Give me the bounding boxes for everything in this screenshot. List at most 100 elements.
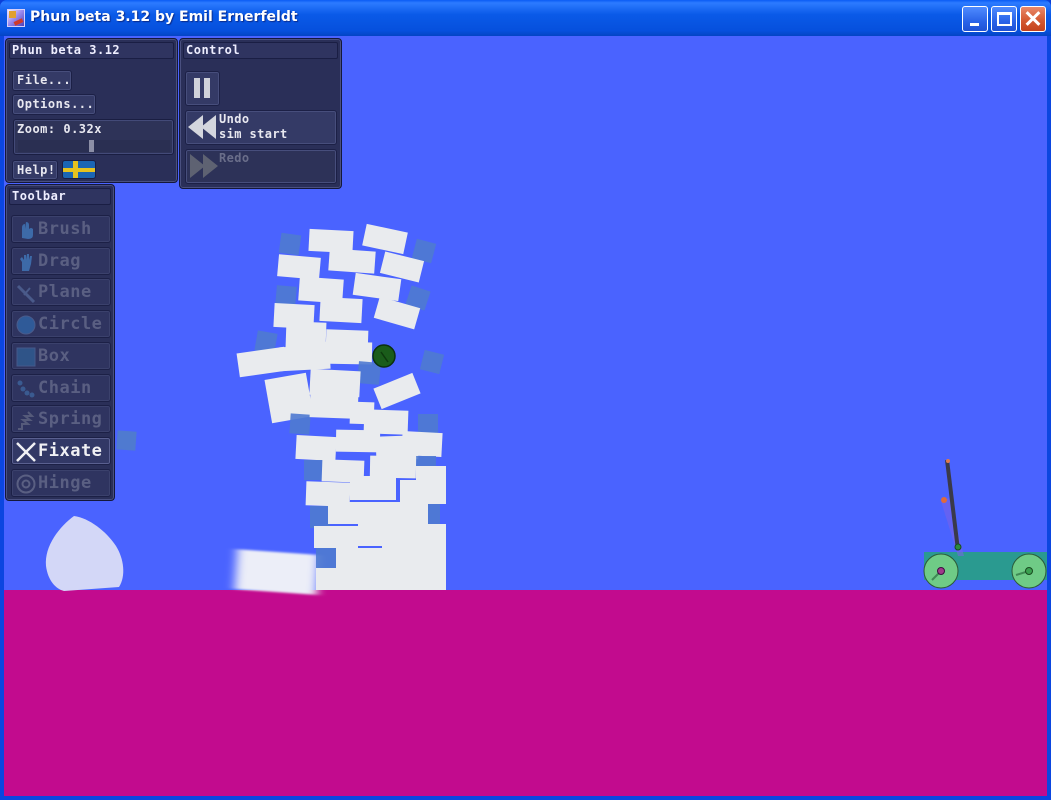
maximize-button[interactable] — [991, 6, 1017, 32]
dark-block[interactable] — [289, 413, 311, 435]
tool-label: Box — [38, 345, 71, 366]
toolbar-title: Toolbar — [9, 188, 111, 205]
dark-block[interactable] — [310, 506, 330, 528]
minimize-button[interactable] — [962, 6, 988, 32]
light-block[interactable] — [336, 548, 386, 570]
dark-block[interactable] — [304, 460, 324, 480]
moving-box-blurred[interactable] — [234, 549, 320, 595]
tool-brush[interactable]: Brush — [11, 215, 111, 243]
stray-box[interactable] — [116, 430, 137, 451]
cart-vehicle[interactable] — [923, 459, 1047, 589]
chain-icon — [16, 379, 36, 399]
pause-button[interactable] — [185, 71, 220, 106]
tool-label: Hinge — [38, 472, 92, 493]
wheel-right-hinge — [1025, 567, 1033, 575]
light-block[interactable] — [369, 455, 417, 479]
light-block[interactable] — [316, 568, 364, 590]
rewind-icon — [188, 115, 216, 139]
dark-block[interactable] — [418, 414, 438, 434]
tool-label: Chain — [38, 377, 92, 398]
sweden-flag-icon[interactable] — [62, 160, 96, 179]
light-block[interactable] — [401, 430, 443, 458]
undo-label-line2: sim start — [219, 127, 288, 141]
tool-label: Spring — [38, 409, 103, 430]
zoom-slider[interactable] — [18, 140, 170, 152]
light-block[interactable] — [360, 568, 446, 590]
light-block[interactable] — [315, 341, 373, 365]
light-block[interactable] — [328, 502, 378, 524]
spring-icon — [16, 410, 36, 431]
tool-spring[interactable]: Spring — [11, 405, 111, 434]
undo-button[interactable]: Undo sim start — [185, 110, 337, 145]
light-block[interactable] — [378, 502, 428, 526]
pole-pivot-hinge — [954, 543, 962, 551]
dark-block[interactable] — [419, 349, 445, 375]
grab-hand-icon — [16, 252, 36, 272]
tool-box[interactable]: Box — [11, 341, 111, 370]
pause-icon — [194, 78, 210, 98]
toolbar-panel: Toolbar Brush Drag Plane Circle Box Chain Spri… — [5, 184, 115, 501]
control-panel-title: Control — [183, 42, 338, 59]
light-block[interactable] — [400, 480, 446, 504]
light-block[interactable] — [362, 223, 408, 255]
light-block[interactable] — [358, 524, 398, 546]
plane-icon — [16, 283, 36, 304]
light-block[interactable] — [382, 546, 446, 568]
file-button[interactable]: File... — [12, 70, 72, 91]
main-panel-title: Phun beta 3.12 — [9, 42, 174, 59]
tool-circle[interactable]: Circle — [11, 310, 111, 339]
zoom-slider-thumb[interactable] — [88, 140, 94, 152]
tool-fixate[interactable]: Fixate — [11, 436, 111, 465]
tool-label: Drag — [38, 250, 81, 271]
hand-icon — [16, 220, 36, 240]
tool-label: Circle — [38, 314, 103, 335]
light-block[interactable] — [328, 248, 376, 274]
box-icon — [16, 347, 36, 367]
hinge-icon — [16, 474, 36, 494]
undo-label-line1: Undo — [219, 112, 250, 126]
tool-label: Plane — [38, 282, 92, 303]
minimize-icon — [970, 23, 979, 26]
window-title: Phun beta 3.12 by Emil Ernerfeldt — [30, 9, 298, 25]
simulation-canvas[interactable]: Phun beta 3.12 File... Options... Zoom: … — [4, 36, 1047, 796]
options-button[interactable]: Options... — [12, 94, 96, 115]
redo-button[interactable]: Redo — [185, 149, 337, 184]
fixate-x-icon — [16, 442, 36, 462]
control-panel: Control Undo sim start Redo — [179, 38, 342, 189]
tool-drag[interactable]: Drag — [11, 246, 111, 275]
light-block[interactable] — [319, 296, 363, 324]
flag-cross-horizontal — [63, 168, 95, 172]
dark-block[interactable] — [278, 232, 302, 256]
tool-label: Fixate — [38, 440, 103, 461]
circle-icon — [16, 315, 36, 335]
zoom-label: Zoom: 0.32x — [17, 122, 102, 136]
app-icon[interactable] — [7, 9, 25, 27]
light-block[interactable] — [350, 476, 396, 500]
light-block[interactable] — [373, 372, 421, 410]
light-block[interactable] — [352, 272, 402, 302]
tool-hinge[interactable]: Hinge — [11, 468, 111, 497]
zoom-control: Zoom: 0.32x — [13, 119, 174, 155]
light-block[interactable] — [335, 429, 381, 453]
redo-label: Redo — [219, 151, 250, 165]
close-button[interactable] — [1020, 6, 1046, 32]
blob-shape[interactable] — [45, 516, 124, 591]
undo-label: Undo sim start — [219, 112, 288, 142]
tool-chain[interactable]: Chain — [11, 373, 111, 402]
fast-forward-icon — [190, 154, 218, 178]
app-window: Phun beta 3.12 by Emil Ernerfeldt Phun b… — [0, 0, 1051, 800]
close-icon — [1021, 7, 1045, 31]
wheel-left-hinge — [937, 567, 945, 575]
light-block[interactable] — [396, 524, 446, 546]
light-block[interactable] — [277, 254, 321, 280]
dark-block[interactable] — [316, 548, 336, 568]
pole-fixate-marker — [941, 497, 947, 503]
tool-plane[interactable]: Plane — [11, 278, 111, 307]
block-tower — [236, 223, 446, 590]
pole-top-marker — [946, 459, 950, 463]
help-button[interactable]: Help! — [12, 160, 58, 180]
light-block[interactable] — [314, 526, 358, 548]
title-bar[interactable]: Phun beta 3.12 by Emil Ernerfeldt — [0, 0, 1051, 36]
light-block[interactable] — [295, 434, 337, 462]
tool-label: Brush — [38, 219, 92, 239]
